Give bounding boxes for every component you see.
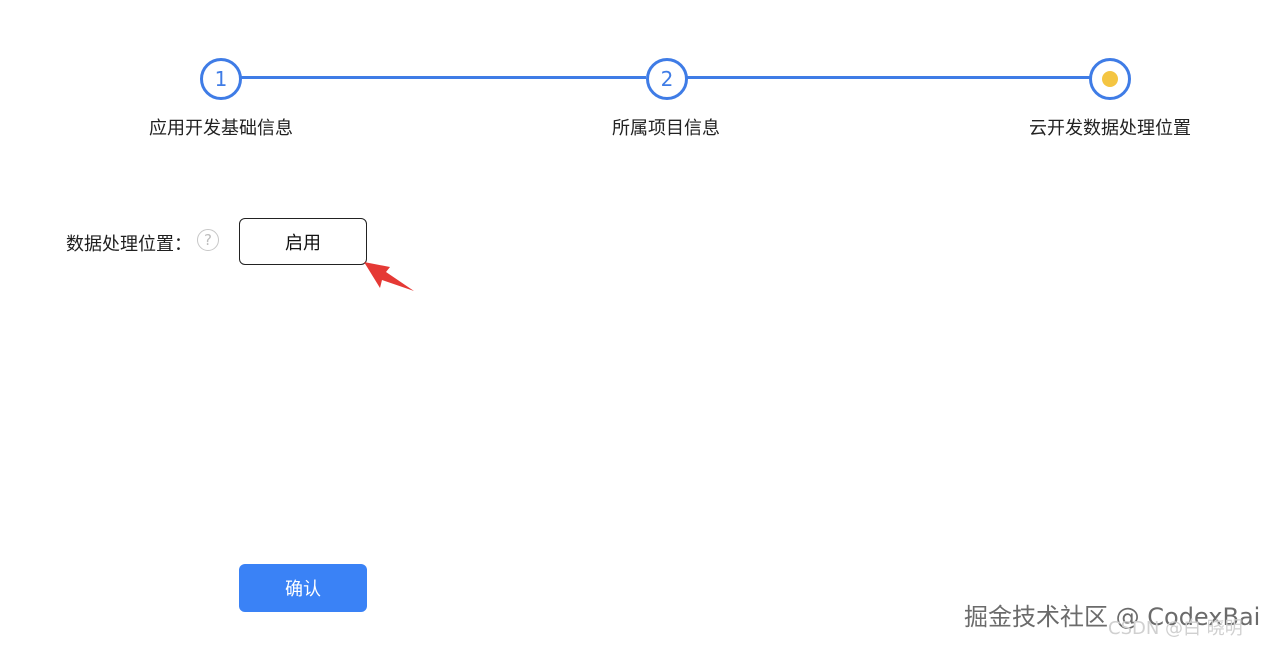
data-location-label: 数据处理位置： (66, 234, 192, 255)
step-3-circle[interactable] (1089, 58, 1131, 100)
step-1-circle[interactable]: 1 (200, 58, 242, 100)
step-2-label: 所属项目信息 (612, 118, 720, 139)
step-2-number: 2 (660, 67, 674, 91)
watermark-csdn: CSDN @白 晓明 (1108, 618, 1243, 639)
page: 1 2 应用开发基础信息 所属项目信息 云开发数据处理位置 数据处理位置： ? … (0, 0, 1280, 647)
red-arrow-icon (364, 262, 414, 291)
step-connector-2 (686, 76, 1091, 79)
confirm-button[interactable]: 确认 (239, 564, 367, 612)
step-connector-1 (240, 76, 646, 79)
current-step-dot-icon (1102, 71, 1118, 87)
step-1-number: 1 (214, 67, 228, 91)
enable-button[interactable]: 启用 (239, 218, 367, 265)
question-circle-icon[interactable]: ? (197, 229, 219, 251)
step-2-circle[interactable]: 2 (646, 58, 688, 100)
step-3-label: 云开发数据处理位置 (1029, 118, 1191, 139)
help-glyph: ? (204, 231, 212, 249)
step-1-label: 应用开发基础信息 (149, 118, 293, 139)
